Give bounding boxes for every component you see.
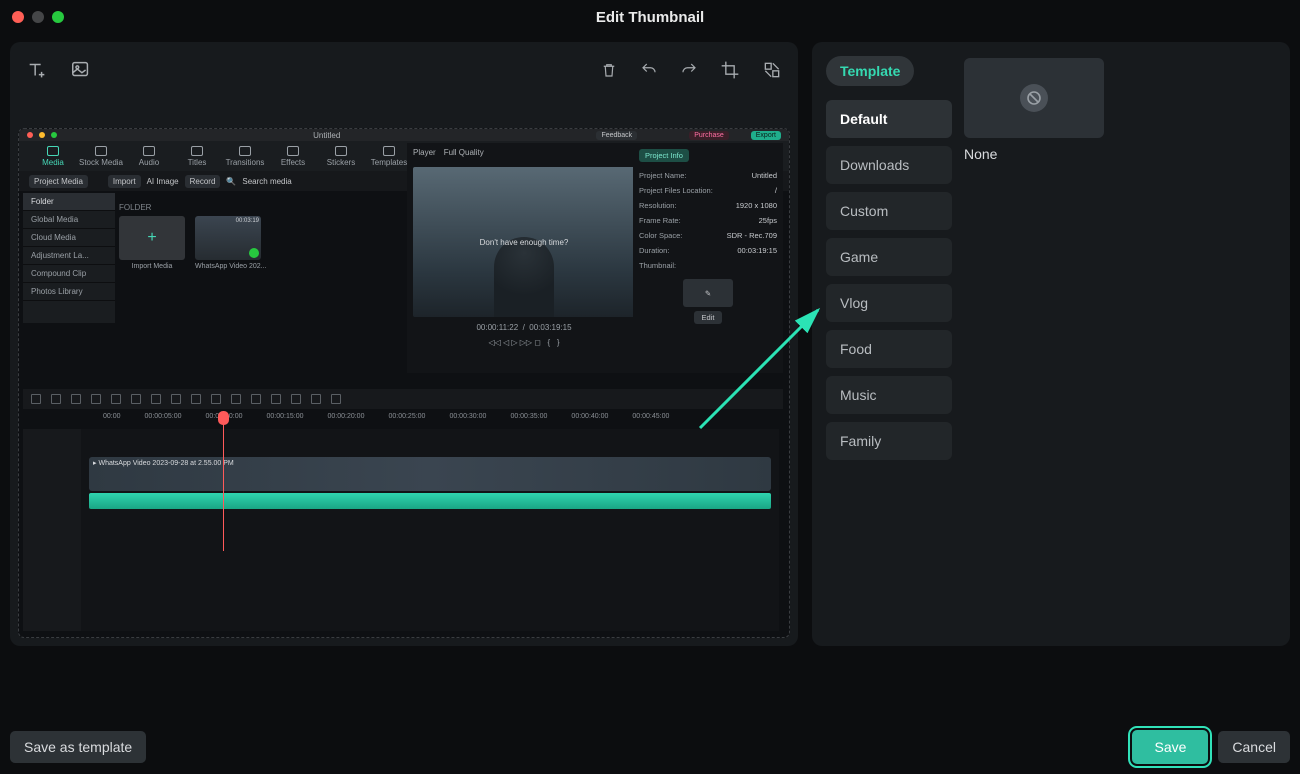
none-label: None [964,146,1274,162]
delete-icon[interactable] [600,61,618,79]
import-button: Import [108,175,141,188]
player-panel: PlayerFull Quality Don't have enough tim… [407,143,641,373]
edit-thumbnail-button: Edit [694,311,723,324]
save-as-template-button[interactable]: Save as template [10,731,146,763]
template-none[interactable] [964,58,1104,138]
media-clip-thumb: 00:03:19 [195,216,261,260]
feedback-button: Feedback [596,131,637,140]
category-default[interactable]: Default [826,100,952,138]
import-media-tile: + [119,216,185,260]
editor-screenshot: Untitled Feedback Purchase Export Media … [18,128,790,638]
category-custom[interactable]: Custom [826,192,952,230]
editor-pane: Untitled Feedback Purchase Export Media … [10,42,798,646]
crop-icon[interactable] [720,60,740,80]
category-vlog[interactable]: Vlog [826,284,952,322]
project-media-chip: Project Media [29,175,88,188]
redo-icon[interactable] [680,61,698,79]
ai-image-button: AI Image [147,177,179,186]
category-game[interactable]: Game [826,238,952,276]
category-family[interactable]: Family [826,422,952,460]
add-image-icon[interactable] [70,59,92,81]
category-food[interactable]: Food [826,330,952,368]
template-tab[interactable]: Template [826,56,914,86]
video-clip: ▸ WhatsApp Video 2023-09-28 at 2.55.00 P… [89,457,771,491]
record-button: Record [185,175,221,188]
window-title: Edit Thumbnail [0,9,1300,26]
add-text-icon[interactable] [26,59,48,81]
cancel-button[interactable]: Cancel [1218,731,1290,763]
timeline-toolbar [23,389,783,409]
save-button[interactable]: Save [1132,730,1208,764]
project-info-panel: Project Info Project Name:Untitled Proje… [633,143,783,373]
effects-icon[interactable] [762,60,782,80]
export-button: Export [751,131,781,140]
template-pane: Template Default Downloads Custom Game V… [812,42,1290,646]
category-downloads[interactable]: Downloads [826,146,952,184]
search-placeholder: Search media [242,177,291,186]
category-music[interactable]: Music [826,376,952,414]
folder-label: FOLDER [119,203,399,212]
none-icon [1020,84,1048,112]
audio-track [89,493,771,509]
purchase-button: Purchase [689,131,729,140]
playhead-icon [223,411,224,551]
undo-icon[interactable] [640,61,658,79]
editor-sidebar: Folder Global Media Cloud Media Adjustme… [23,193,115,323]
timeline-tracks: ▸ WhatsApp Video 2023-09-28 at 2.55.00 P… [23,429,779,631]
doc-title: Untitled [63,131,590,140]
timeline-ruler: 00:0000:00:05:0000:00:10:0000:00:15:0000… [85,413,779,427]
